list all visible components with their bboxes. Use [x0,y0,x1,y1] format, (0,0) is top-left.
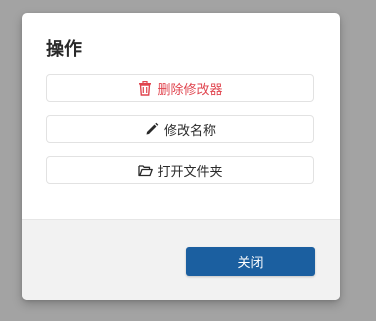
folder-open-icon [137,162,153,178]
pencil-icon [144,121,160,137]
open-folder-label: 打开文件夹 [157,164,223,180]
trash-icon [137,80,153,96]
delete-modifier-label: 删除修改器 [157,82,223,98]
close-button[interactable]: 关闭 [186,247,315,276]
rename-button[interactable]: 修改名称 [46,115,314,143]
dialog-footer: 关闭 [22,219,340,300]
dialog-title: 操作 [46,39,82,60]
action-dialog: 操作 删除修改器 修改名称 打开文件夹 关闭 [22,13,340,300]
rename-label: 修改名称 [163,123,216,139]
open-folder-button[interactable]: 打开文件夹 [46,156,314,184]
delete-modifier-button[interactable]: 删除修改器 [46,74,314,102]
